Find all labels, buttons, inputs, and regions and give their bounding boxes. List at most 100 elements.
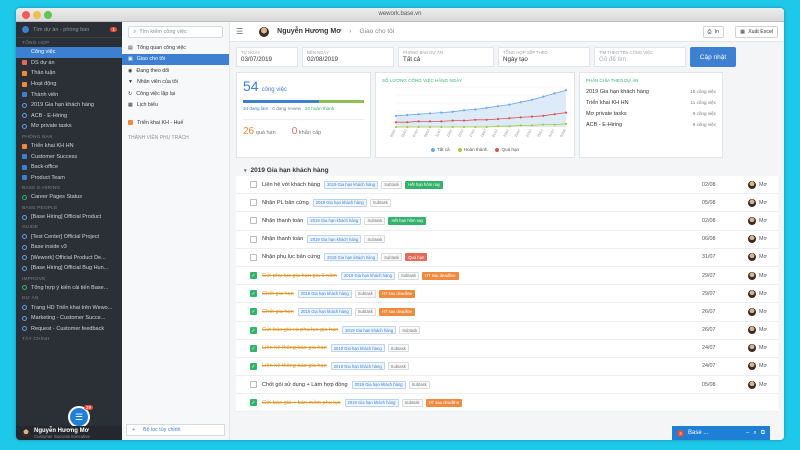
sidebar-item[interactable]: Base inside v3 [16, 242, 122, 253]
series-point[interactable] [474, 125, 477, 129]
series-point[interactable] [440, 111, 443, 114]
series-point[interactable] [451, 110, 454, 113]
task-row[interactable]: Nhận PL bản cứng 2019 Gia hạn khách hàng S… [236, 194, 778, 213]
task-tag[interactable]: Subtask [381, 253, 403, 262]
minimize-icon[interactable]: – [746, 430, 749, 436]
sidebar-item[interactable]: Trang HD Triển khai trên Wewo... [16, 302, 122, 313]
task-tag[interactable]: Subtask [364, 235, 386, 244]
sidebar-item[interactable]: Request - Customer feedback [16, 323, 122, 334]
series-point[interactable] [519, 124, 522, 127]
task-checkbox[interactable]: ✓ [250, 362, 257, 370]
task-checkbox[interactable]: ✓ [250, 399, 257, 407]
series-point[interactable] [406, 125, 409, 129]
task-tag[interactable]: Subtask [354, 289, 376, 298]
task-tag[interactable]: 2019 Gia hạn khách hàng [324, 180, 379, 189]
series-point[interactable] [519, 101, 522, 104]
task-row[interactable]: ✓ Gửi phụ lục gia hạn gia 1 năm 2019 Gia h… [236, 267, 778, 286]
task-row[interactable]: Nhận phụ lục bản cứng 2019 Gia hạn khách … [236, 249, 778, 267]
task-name[interactable]: Nhận phụ lục bản cứng [262, 254, 320, 260]
task-name[interactable]: Liên hệ với khách hàng [262, 182, 320, 188]
project-row[interactable]: ACB - E-Hiring 9 công việc [586, 119, 716, 130]
series-point[interactable] [530, 98, 534, 101]
task-row[interactable]: ✓ Liên hệ thông báo gia hạn 2019 Gia hạn k… [236, 358, 778, 377]
task-tag[interactable]: 2019 Gia hạn khách hàng [297, 289, 352, 298]
task-checkbox[interactable]: ✓ [250, 344, 257, 352]
series-point[interactable] [394, 125, 398, 129]
menu-icon[interactable]: ☰ [236, 27, 243, 36]
task-tag[interactable]: Subtask [364, 216, 386, 225]
task-row[interactable]: ✓ Chốt gia hạn 2019 Gia hạn khách hàng Subt… [236, 285, 778, 304]
task-name[interactable]: Chốt gia hạn [262, 309, 294, 315]
print-button[interactable]: ⎙ In [702, 26, 724, 38]
topbar-user-name[interactable]: Nguyễn Hương Mơ [277, 28, 341, 35]
series-point[interactable] [553, 123, 556, 126]
task-nav-item[interactable]: ▤ Tổng quan công việc [122, 42, 229, 54]
task-tag[interactable]: 2019 Gia hạn khách hàng [342, 326, 397, 335]
task-tag[interactable]: Subtask [408, 380, 430, 389]
task-nav-item[interactable]: ▼ Nhân viên của tôi [122, 77, 229, 89]
update-button[interactable]: Cập nhật [690, 47, 736, 67]
series-point[interactable] [496, 105, 500, 108]
series-point[interactable] [406, 121, 409, 124]
task-nav-item[interactable]: ◉ Đang theo dõi [122, 65, 229, 77]
task-search-input[interactable]: ⌕ Tìm kiếm công việc [128, 26, 223, 38]
series-point[interactable] [508, 125, 511, 128]
project-row[interactable]: Mơ private tasks 9 công việc [586, 108, 716, 119]
task-row[interactable]: ✓ Gửi báo giá + bản mềm phụ lục 2019 Gia h… [236, 394, 778, 413]
filter-department[interactable]: PHÒNG BAN DỰ ÁN Tất cả [398, 47, 494, 67]
project-row[interactable]: Triển khai KH HN 11 công việc [586, 97, 716, 108]
task-tag[interactable]: 2019 Gia hạn khách hàng [340, 271, 395, 280]
series-point[interactable] [485, 125, 488, 129]
series-point[interactable] [530, 115, 534, 118]
task-name[interactable]: Nhận thanh toán [262, 236, 303, 242]
task-owner[interactable]: Mơ [748, 253, 767, 262]
sidebar-item[interactable]: Product Team [16, 173, 122, 184]
legend-item[interactable]: Quá hạn [495, 147, 519, 152]
task-nav-item[interactable]: ▦ Lịch biểu [122, 100, 229, 112]
series-point[interactable] [553, 113, 556, 116]
series-point[interactable] [451, 125, 454, 129]
search-icon[interactable]: ⌕ [753, 430, 756, 437]
sidebar-item[interactable]: [Base Hiring] Official Bug Hun... [16, 263, 122, 274]
chat-bar[interactable]: 3 Base ... – ⌕ ⧉ [672, 426, 770, 440]
task-name[interactable]: Nhận thanh toán [262, 218, 303, 224]
task-owner[interactable]: Mơ [748, 216, 767, 225]
task-row[interactable]: Chốt gói sử dụng + Làm hợp đồng 2019 Gia … [236, 376, 778, 395]
task-group-header[interactable]: ▾ 2019 Gia hạn khách hàng [230, 158, 784, 176]
sidebar-item[interactable]: [Test Center] Official Project [16, 231, 122, 242]
series-point[interactable] [564, 89, 568, 92]
series-point[interactable] [508, 117, 511, 120]
current-user[interactable]: Nguyễn Hương Mơ Customer Success Executi… [16, 426, 122, 440]
series-point[interactable] [485, 118, 488, 121]
task-tag[interactable]: 2019 Gia hạn khách hàng [297, 307, 352, 316]
task-tag[interactable]: 2019 Gia hạn khách hàng [330, 344, 385, 353]
series-point[interactable] [428, 120, 432, 123]
task-checkbox[interactable]: ✓ [250, 272, 257, 280]
series-point[interactable] [508, 103, 511, 106]
notification-badge[interactable]: 1 [110, 27, 117, 32]
task-tag[interactable]: 2019 Gia hạn khách hàng [307, 216, 362, 225]
task-checkbox[interactable] [250, 235, 257, 243]
series-point[interactable] [474, 108, 477, 111]
task-name[interactable]: Liên hệ thông báo gia hạn [262, 345, 327, 351]
task-checkbox[interactable] [250, 381, 257, 389]
expand-icon[interactable]: ⧉ [761, 430, 765, 437]
sidebar-search[interactable]: Tìm dự án - phòng ban 1 [16, 22, 122, 38]
series-point[interactable] [406, 113, 409, 117]
sidebar-item[interactable]: Hoạt động [16, 79, 122, 90]
task-checkbox[interactable] [250, 253, 257, 261]
series-point[interactable] [394, 114, 398, 117]
task-checkbox[interactable]: ✓ [250, 290, 257, 298]
task-row[interactable]: Nhận thanh toán 2019 Gia hạn khách hàng Su… [236, 231, 778, 249]
series-point[interactable] [474, 118, 477, 121]
sidebar-item[interactable]: [Base Hiring] Official Product [16, 212, 122, 223]
task-name[interactable]: Chốt gia hạn [262, 291, 294, 297]
task-checkbox[interactable] [250, 217, 257, 225]
series-point[interactable] [519, 116, 522, 119]
quick-task-button[interactable]: ☰ 29 [68, 405, 93, 428]
filter-to-date[interactable]: ĐẾN NGÀY 02/08/2019 [302, 47, 394, 67]
sidebar-item[interactable]: 2019 Gia hạn khách hàng [16, 100, 122, 111]
task-checkbox[interactable] [250, 199, 257, 207]
task-nav-item[interactable]: ↻ Công việc lặp lại [122, 88, 229, 100]
sidebar-item[interactable]: Customer Success [16, 151, 122, 162]
